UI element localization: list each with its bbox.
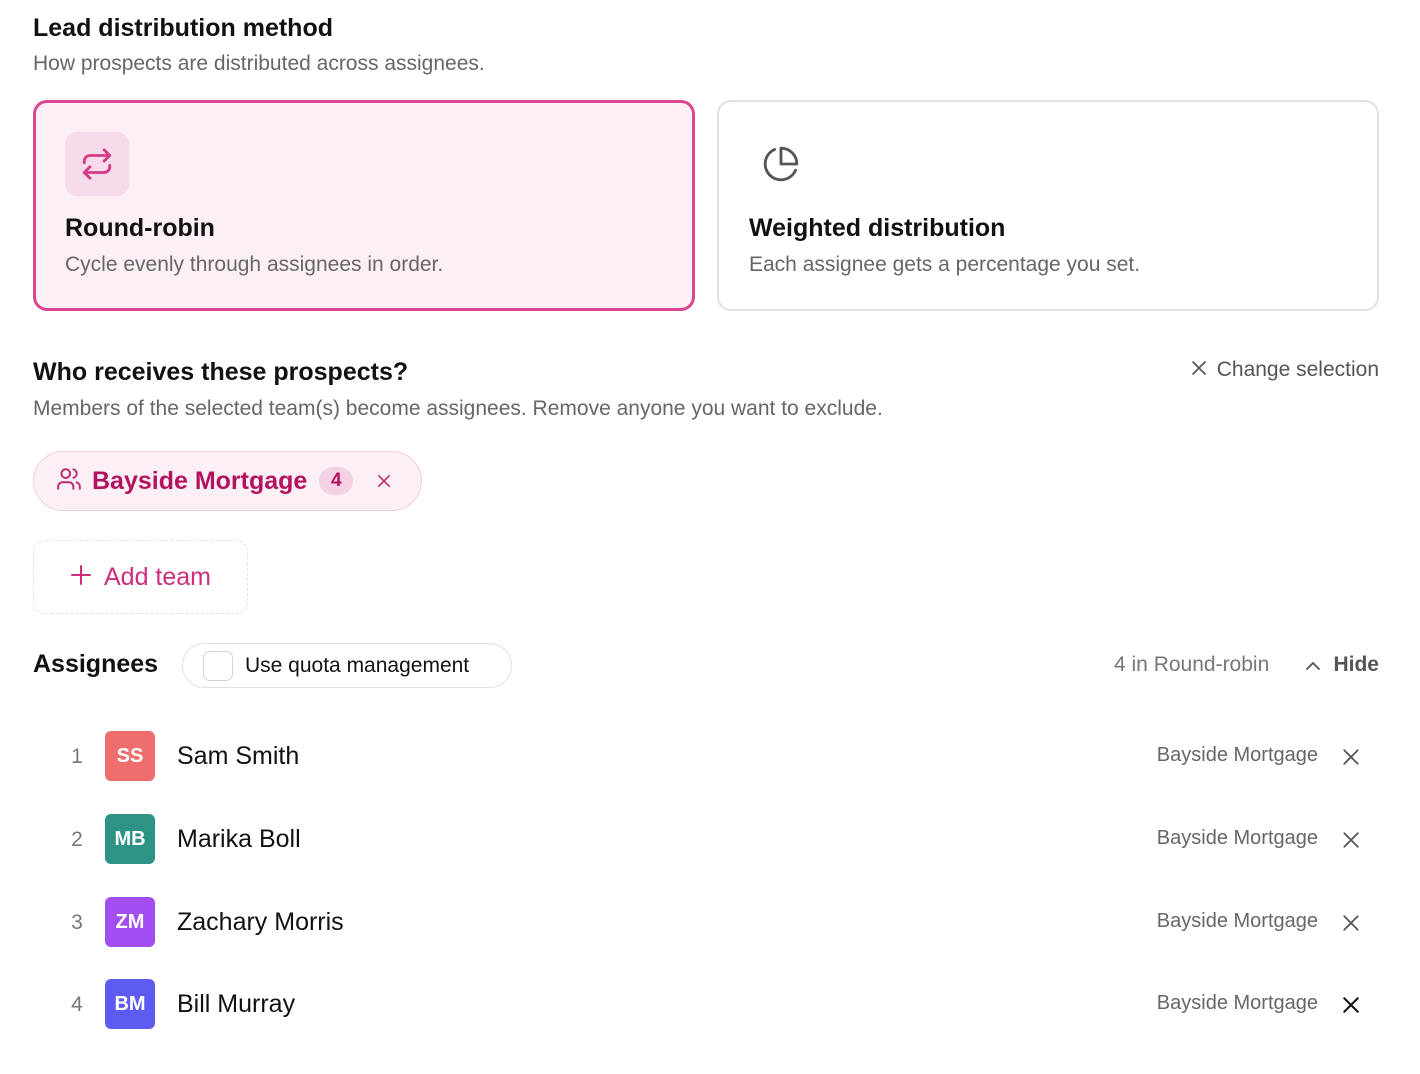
recipients-title: Who receives these prospects? (33, 358, 409, 386)
team-name: Bayside Mortgage (92, 466, 308, 495)
option-round-robin[interactable]: Round-robin Cycle evenly through assigne… (33, 100, 695, 311)
pie-chart-icon (749, 132, 813, 196)
change-selection-button[interactable]: Change selection (1191, 358, 1379, 382)
chevron-up-icon (1305, 653, 1321, 677)
option-title: Weighted distribution (749, 214, 1006, 242)
avatar: MB (105, 814, 155, 864)
assignee-row: 2 MB Marika Boll Bayside Mortgage (33, 814, 1379, 866)
recipients-subtitle: Members of the selected team(s) become a… (33, 397, 883, 420)
assignee-index: 2 (71, 828, 83, 851)
assignee-row: 3 ZM Zachary Morris Bayside Mortgage (33, 897, 1379, 949)
assignee-index: 4 (71, 993, 83, 1016)
change-selection-label: Change selection (1216, 358, 1379, 381)
assignee-row: 1 SS Sam Smith Bayside Mortgage (33, 731, 1379, 783)
users-icon (56, 466, 82, 497)
method-title: Lead distribution method (33, 14, 333, 42)
team-chip-bayside-mortgage[interactable]: Bayside Mortgage 4 (33, 451, 423, 511)
remove-assignee-icon[interactable] (1338, 992, 1364, 1018)
option-weighted-distribution[interactable]: Weighted distribution Each assignee gets… (717, 100, 1379, 311)
hide-label: Hide (1333, 653, 1379, 676)
avatar: SS (105, 731, 155, 781)
plus-icon (70, 564, 92, 591)
option-title: Round-robin (65, 214, 215, 242)
quota-management-toggle[interactable]: Use quota management (182, 643, 512, 688)
assignee-team: Bayside Mortgage (1156, 744, 1318, 766)
team-member-count: 4 (319, 467, 354, 495)
assignee-name: Zachary Morris (177, 908, 344, 936)
assignee-name: Sam Smith (177, 742, 300, 770)
remove-assignee-icon[interactable] (1338, 827, 1364, 853)
assignees-title: Assignees (33, 650, 159, 678)
option-description: Cycle evenly through assignees in order. (65, 253, 444, 276)
remove-team-icon[interactable] (377, 474, 391, 488)
avatar: BM (105, 979, 155, 1029)
repeat-icon (65, 132, 129, 196)
add-team-button[interactable]: Add team (33, 540, 248, 614)
hide-assignees-button[interactable]: Hide (1305, 653, 1379, 677)
assignee-team: Bayside Mortgage (1156, 910, 1318, 932)
remove-assignee-icon[interactable] (1338, 910, 1364, 936)
close-icon (1191, 358, 1207, 382)
quota-label: Use quota management (245, 653, 470, 677)
assignee-index: 3 (71, 911, 83, 934)
quota-checkbox[interactable] (203, 650, 233, 681)
method-subtitle: How prospects are distributed across ass… (33, 52, 485, 75)
assignee-name: Bill Murray (177, 990, 296, 1018)
remove-assignee-icon[interactable] (1338, 744, 1364, 770)
assignee-summary: 4 in Round-robin (1114, 653, 1270, 676)
avatar: ZM (105, 897, 155, 947)
assignee-name: Marika Boll (177, 825, 301, 853)
assignee-index: 1 (71, 745, 83, 768)
add-team-label: Add team (103, 562, 211, 591)
assignee-team: Bayside Mortgage (1156, 992, 1318, 1014)
assignee-team: Bayside Mortgage (1156, 827, 1318, 849)
assignee-row: 4 BM Bill Murray Bayside Mortgage (33, 979, 1379, 1031)
option-description: Each assignee gets a percentage you set. (749, 253, 1141, 276)
